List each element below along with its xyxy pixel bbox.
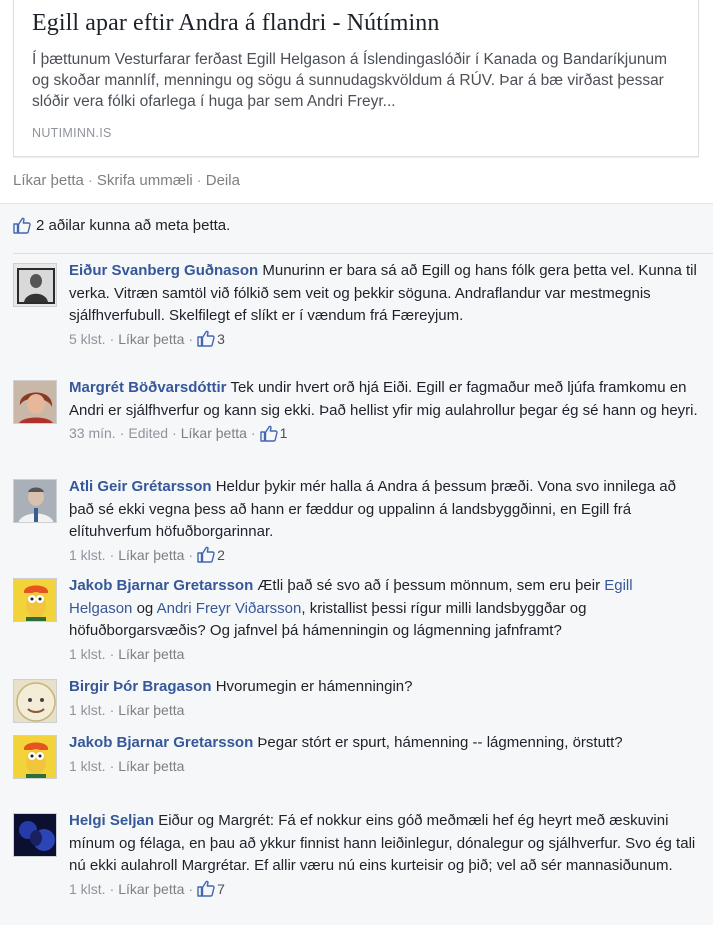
comment-like-link[interactable]: Líkar þetta — [118, 700, 184, 720]
comment-body: Eiður Svanberg Guðnason Munurinn er bara… — [69, 260, 699, 349]
comment-like-link[interactable]: Líkar þetta — [118, 879, 184, 899]
comment-timestamp[interactable]: 1 klst. — [69, 644, 106, 664]
comment-like-link[interactable]: Líkar þetta — [181, 423, 247, 443]
comment-timestamp[interactable]: 1 klst. — [69, 879, 106, 899]
comment-timestamp[interactable]: 1 klst. — [69, 756, 106, 776]
comment-text: Þegar stórt er spurt, hámenning -- lágme… — [257, 734, 623, 751]
avatar[interactable] — [13, 679, 57, 723]
separator: · — [109, 757, 115, 774]
comments-panel: 2 aðilar kunna að meta þetta. Eiður Svan… — [0, 204, 713, 925]
separator: · — [196, 172, 202, 189]
write-comment-link[interactable]: Skrifa ummæli — [97, 172, 193, 189]
comment-like-link[interactable]: Líkar þetta — [118, 329, 184, 349]
link-preview-card[interactable]: Egill apar eftir Andra á flandri - Nútím… — [13, 0, 699, 157]
comment-text: Eiður og Margrét: Fá ef nokkur eins góð … — [69, 812, 696, 874]
comment-like-count[interactable]: 7 — [197, 879, 225, 899]
comment-meta: 1 klst. · Líkar þetta — [69, 700, 699, 720]
separator: · — [109, 645, 115, 662]
comment-body: Helgi Seljan Eiður og Margrét: Fá ef nok… — [69, 810, 699, 899]
avatar[interactable] — [13, 578, 57, 622]
share-link[interactable]: Deila — [206, 172, 240, 189]
avatar[interactable] — [13, 813, 57, 857]
comment-text: og — [136, 599, 154, 617]
mention-link[interactable]: Andri Freyr Viðarsson — [157, 600, 302, 617]
thumbs-up-icon — [197, 880, 215, 897]
comment-like-link[interactable]: Líkar þetta — [118, 644, 184, 664]
comment-like-count[interactable]: 3 — [197, 329, 225, 349]
comment-body: Jakob Bjarnar Gretarsson Ætli það sé svo… — [69, 575, 699, 664]
comment-author[interactable]: Atli Geir Grétarsson — [69, 478, 212, 495]
comment-author[interactable]: Jakob Bjarnar Gretarsson — [69, 577, 253, 594]
comment-like-link[interactable]: Líkar þetta — [118, 756, 184, 776]
comment-meta: 1 klst. · Líkar þetta · 2 — [69, 545, 699, 565]
comment-author[interactable]: Eiður Svanberg Guðnason — [69, 262, 258, 279]
separator: · — [109, 330, 115, 347]
post-actions-bar: Líkar þetta · Skrifa ummæli · Deila — [13, 172, 240, 189]
comment-author[interactable]: Jakob Bjarnar Gretarsson — [69, 734, 253, 751]
thumbs-up-icon — [259, 425, 278, 442]
comment-meta: 1 klst. · Líkar þetta — [69, 644, 699, 664]
edited-label[interactable]: Edited — [128, 423, 168, 443]
comment-author[interactable]: Birgir Þór Bragason — [69, 678, 212, 695]
likes-summary[interactable]: 2 aðilar kunna að meta þetta. — [13, 217, 230, 234]
thumbs-up-icon — [197, 546, 215, 563]
thumbs-up-icon — [13, 217, 31, 234]
separator: · — [109, 880, 115, 897]
comment-timestamp[interactable]: 33 mín. — [69, 423, 116, 443]
link-description: Í þættunum Vesturfarar ferðast Egill Hel… — [32, 51, 668, 110]
comment-author[interactable]: Margrét Böðvarsdóttir — [69, 379, 227, 396]
link-source-domain: NUTIMINN.IS — [32, 126, 112, 140]
comment-timestamp[interactable]: 5 klst. — [69, 329, 106, 349]
comment-meta: 33 mín. · Edited · Líkar þetta · 1 — [69, 423, 699, 443]
post-attachment-area: Egill apar eftir Andra á flandri - Nútím… — [0, 0, 713, 205]
comment-body: Margrét Böðvarsdóttir Tek undir hvert or… — [69, 377, 699, 443]
avatar[interactable] — [13, 263, 57, 307]
comment-like-count[interactable]: 1 — [259, 423, 287, 443]
comment-timestamp[interactable]: 1 klst. — [69, 545, 106, 565]
comment-timestamp[interactable]: 1 klst. — [69, 700, 106, 720]
separator: · — [119, 425, 125, 441]
comment-text: Ætli það sé svo að í þessum mönnum, sem … — [257, 577, 601, 594]
separator: · — [172, 425, 177, 441]
comment-like-count[interactable]: 2 — [197, 545, 225, 565]
like-post-link[interactable]: Líkar þetta — [13, 172, 84, 189]
comment-meta: 1 klst. · Líkar þetta · 7 — [69, 879, 699, 899]
link-title[interactable]: Egill apar eftir Andra á flandri - Nútím… — [32, 10, 682, 37]
separator: · — [188, 330, 194, 347]
comment-like-link[interactable]: Líkar þetta — [118, 545, 184, 565]
comment-meta: 1 klst. · Líkar þetta — [69, 756, 699, 776]
separator: · — [109, 546, 115, 563]
comment-body: Birgir Þór Bragason Hvorumegin er hámenn… — [69, 676, 699, 720]
comment-meta: 5 klst. · Líkar þetta · 3 — [69, 329, 699, 349]
comment-author[interactable]: Helgi Seljan — [69, 812, 154, 829]
avatar[interactable] — [13, 735, 57, 779]
separator: · — [188, 880, 194, 897]
separator: · — [109, 701, 115, 718]
likes-summary-text: 2 aðilar kunna að meta þetta. — [36, 217, 231, 234]
divider — [13, 253, 713, 254]
comment-body: Atli Geir Grétarsson Heldur þykir mér ha… — [69, 476, 699, 565]
comment-text: Hvorumegin er hámenningin? — [215, 678, 413, 695]
thumbs-up-icon — [197, 330, 215, 347]
separator: · — [250, 425, 256, 441]
comment-body: Jakob Bjarnar Gretarsson Þegar stórt er … — [69, 732, 699, 776]
avatar[interactable] — [13, 380, 57, 424]
separator: · — [87, 172, 93, 189]
avatar[interactable] — [13, 479, 57, 523]
separator: · — [188, 546, 194, 563]
